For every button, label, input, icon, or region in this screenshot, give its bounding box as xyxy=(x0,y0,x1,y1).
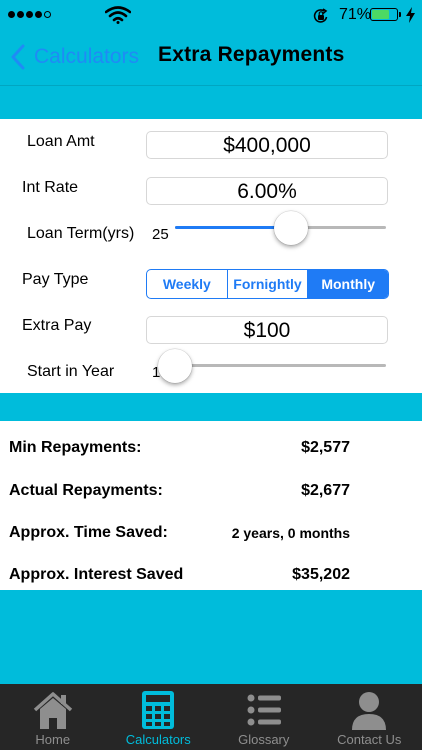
chevron-left-icon xyxy=(11,44,25,70)
wifi-icon xyxy=(105,6,131,24)
calculator-icon xyxy=(142,691,175,729)
interest-saved-label: Approx. Interest Saved xyxy=(9,566,184,583)
start-year-label: Start in Year xyxy=(27,363,115,380)
rotation-lock-icon xyxy=(313,8,328,23)
back-button-label: Calculators xyxy=(34,45,140,68)
page-title: Extra Repayments xyxy=(158,43,345,66)
pay-type-fortnightly[interactable]: Fornightly xyxy=(228,270,309,298)
battery-tip xyxy=(399,12,401,17)
extra-pay-field[interactable]: $100 xyxy=(146,316,388,344)
pay-type-label: Pay Type xyxy=(22,271,89,288)
tab-calculators[interactable]: Calculators xyxy=(106,684,212,750)
calculator-form: Loan Amt $400,000 Int Rate 6.00% Loan Te… xyxy=(0,119,422,393)
tab-contact-us[interactable]: Contact Us xyxy=(317,684,422,750)
start-year-slider[interactable] xyxy=(175,364,386,367)
time-saved-label: Approx. Time Saved: xyxy=(9,524,168,541)
loan-term-slider-thumb[interactable] xyxy=(274,211,309,245)
list-icon xyxy=(247,694,281,726)
back-button[interactable]: Calculators xyxy=(10,44,139,70)
battery-icon xyxy=(370,8,398,21)
tab-contact-us-label: Contact Us xyxy=(337,732,402,747)
person-icon xyxy=(352,692,387,730)
interest-saved-value: $35,202 xyxy=(292,566,350,583)
battery-percent: 71% xyxy=(339,6,372,23)
charging-bolt-icon xyxy=(406,7,415,23)
interest-rate-label: Int Rate xyxy=(22,179,79,196)
extra-pay-label: Extra Pay xyxy=(22,317,92,334)
tab-glossary[interactable]: Glossary xyxy=(211,684,317,750)
tab-calculators-label: Calculators xyxy=(125,732,191,747)
navigation-bar: Calculators Extra Repayments xyxy=(0,30,422,86)
signal-strength-icon xyxy=(8,11,51,18)
tab-glossary-label: Glossary xyxy=(238,732,290,747)
loan-amount-label: Loan Amt xyxy=(27,133,95,150)
loan-term-value: 25 xyxy=(152,226,169,243)
time-saved-value: 2 years, 0 months xyxy=(231,525,350,541)
pay-type-segmented-control: Weekly Fornightly Monthly xyxy=(146,269,389,299)
loan-term-label: Loan Term(yrs) xyxy=(27,225,135,242)
tab-bar: Home Calculators Glossary Contact Us xyxy=(0,684,422,750)
status-bar: 71% xyxy=(0,0,422,30)
min-repayments-label: Min Repayments: xyxy=(9,439,142,456)
interest-rate-field[interactable]: 6.00% xyxy=(146,177,388,205)
tab-home[interactable]: Home xyxy=(0,684,106,750)
loan-amount-field[interactable]: $400,000 xyxy=(146,131,388,159)
pay-type-weekly[interactable]: Weekly xyxy=(147,270,228,298)
actual-repayments-value: $2,677 xyxy=(301,482,350,499)
min-repayments-value: $2,577 xyxy=(301,439,350,456)
start-year-slider-thumb[interactable] xyxy=(158,349,192,383)
actual-repayments-label: Actual Repayments: xyxy=(9,482,163,499)
pay-type-monthly[interactable]: Monthly xyxy=(308,270,388,298)
tab-home-label: Home xyxy=(35,732,71,747)
house-icon xyxy=(33,692,72,729)
results-panel: Min Repayments: $2,577 Actual Repayments… xyxy=(0,421,422,590)
